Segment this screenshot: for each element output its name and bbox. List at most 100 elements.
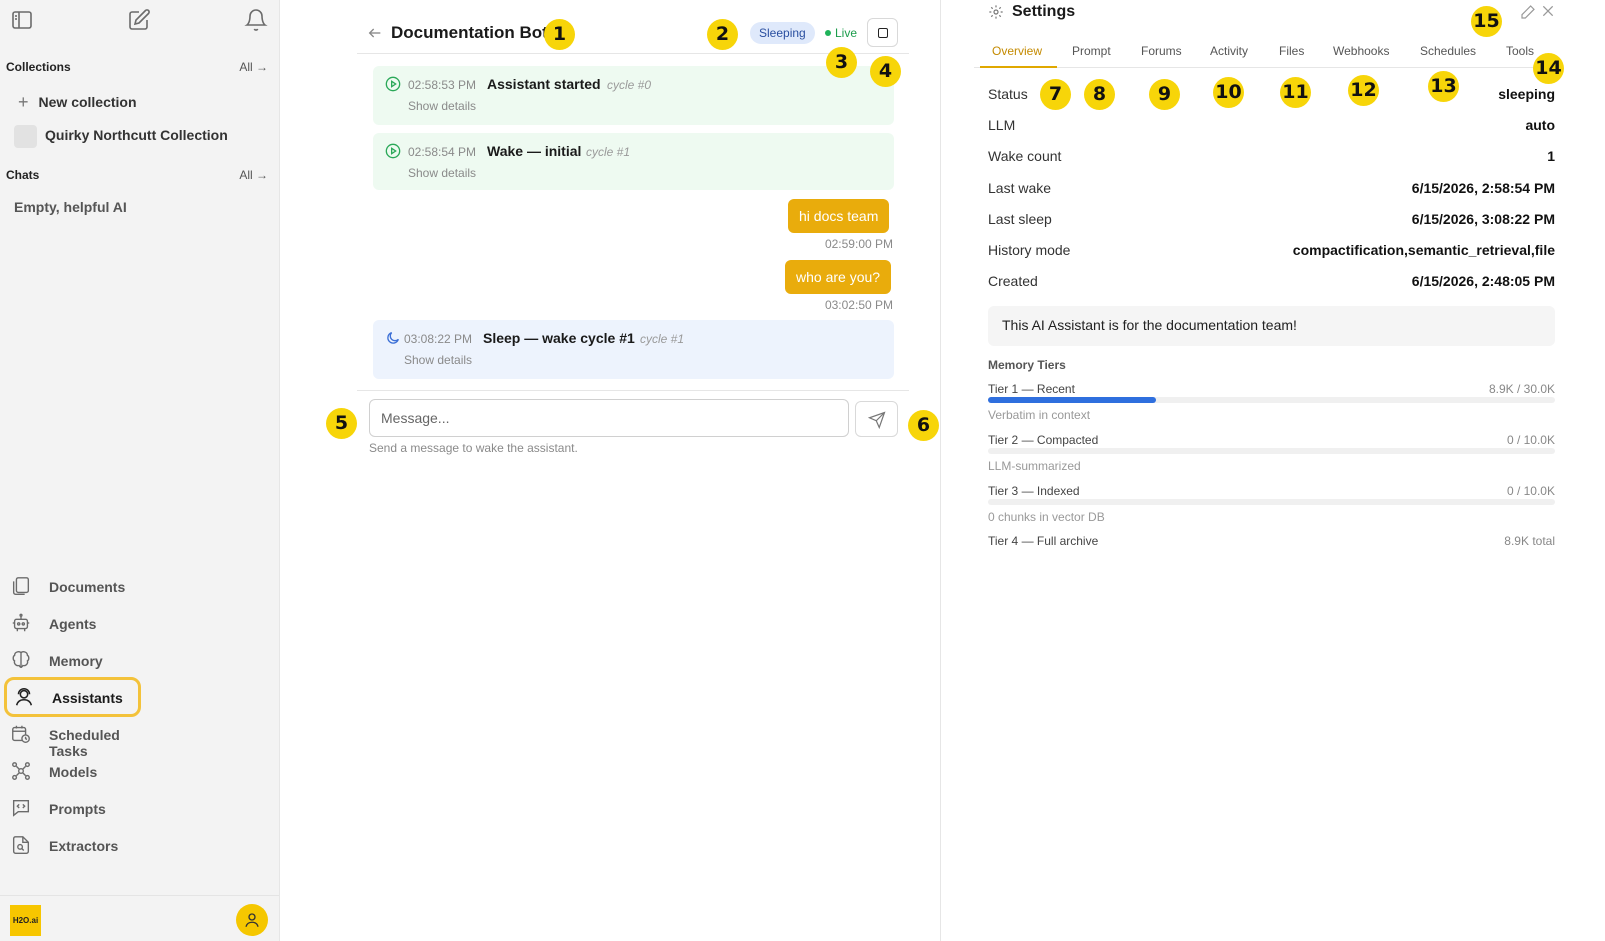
nav-agents[interactable]: Agents <box>10 607 140 641</box>
annotation-marker: 1 <box>544 19 575 50</box>
new-collection-button[interactable]: + New collection <box>18 92 137 113</box>
notifications-bell-icon[interactable] <box>244 8 268 32</box>
new-chat-icon[interactable] <box>127 8 151 32</box>
tab-prompt[interactable]: Prompt <box>1072 44 1111 58</box>
live-dot-icon <box>825 30 831 36</box>
event-cycle: cycle #1 <box>640 332 685 346</box>
row-label: History mode <box>988 242 1071 258</box>
annotation-marker: 6 <box>908 410 939 441</box>
annotation-marker: 8 <box>1084 79 1115 110</box>
nav-memory[interactable]: Memory <box>10 644 140 678</box>
user-avatar[interactable] <box>236 904 268 936</box>
row-label: Created <box>988 273 1038 289</box>
event-time: 03:08:22 PM <box>404 332 473 346</box>
collections-all-label: All <box>239 60 253 74</box>
overview-row-status: Status sleeping <box>988 86 1555 106</box>
row-value: auto <box>1525 117 1555 133</box>
composer-hint: Send a message to wake the assistant. <box>369 441 578 455</box>
annotation-marker: 3 <box>826 47 857 78</box>
collection-item[interactable]: Quirky Northcutt Collection <box>14 125 228 148</box>
collections-all-link[interactable]: All → <box>239 60 268 74</box>
tab-files[interactable]: Files <box>1279 44 1304 58</box>
chats-all-label: All <box>239 168 253 182</box>
sidebar-footer: H2O.ai <box>0 895 279 941</box>
message-time: 03:02:50 PM <box>824 298 893 312</box>
robot-icon <box>10 612 32 634</box>
collection-name: Quirky Northcutt Collection <box>45 127 228 144</box>
event-card-started: 02:58:53 PM Assistant started cycle #0 S… <box>373 66 894 125</box>
chats-all-link[interactable]: All → <box>239 168 268 182</box>
row-label: Last sleep <box>988 211 1052 227</box>
chats-heading-label: Chats <box>6 168 40 182</box>
collections-heading-label: Collections <box>6 60 71 74</box>
tier-subtitle: Verbatim in context <box>988 408 1091 422</box>
plus-icon: + <box>18 92 29 112</box>
event-title: Wake — initial <box>487 143 582 159</box>
chat-header: Documentation Bot Sleeping Live <box>357 12 909 54</box>
stop-button[interactable] <box>867 18 898 47</box>
tab-schedules[interactable]: Schedules <box>1420 44 1476 58</box>
live-label: Live <box>835 26 858 40</box>
nav-prompts[interactable]: Prompts <box>10 792 140 826</box>
network-icon <box>10 760 32 782</box>
row-label: Last wake <box>988 180 1052 196</box>
nav-extractors[interactable]: Extractors <box>10 829 140 863</box>
show-details-link[interactable]: Show details <box>404 353 472 367</box>
moon-icon <box>385 330 401 346</box>
sidebar-toggle-icon[interactable] <box>10 8 34 32</box>
send-button[interactable] <box>855 401 898 437</box>
nav-scheduled-tasks[interactable]: Scheduled Tasks <box>10 718 140 759</box>
row-value: compactification,semantic_retrieval,file <box>1292 242 1555 258</box>
back-arrow-icon[interactable] <box>367 25 383 41</box>
close-icon[interactable] <box>1541 4 1555 18</box>
tab-webhooks[interactable]: Webhooks <box>1333 44 1389 58</box>
annotation-marker: 10 <box>1213 77 1244 108</box>
edit-pencil-icon[interactable] <box>1520 4 1536 20</box>
nav-assistants[interactable]: Assistants <box>4 677 141 717</box>
tier-progress-bar <box>988 397 1555 403</box>
row-value: 1 <box>1547 148 1555 164</box>
assistant-icon <box>13 686 35 708</box>
nav-memory-label: Memory <box>49 653 103 669</box>
brain-icon <box>10 649 32 671</box>
sidebar: Collections All → + New collection Quirky… <box>0 0 280 941</box>
annotation-marker: 2 <box>707 19 738 50</box>
overview-row-last-wake: Last wake 6/15/2026, 2:58:54 PM <box>988 180 1555 200</box>
chat-list-item[interactable]: Empty, helpful AI <box>14 199 127 215</box>
nav-prompts-label: Prompts <box>49 801 106 817</box>
tier-progress-bar <box>988 499 1555 505</box>
active-tab-underline <box>980 66 1057 68</box>
overview-row-wake-count: Wake count 1 <box>988 148 1555 168</box>
tier-subtitle: 0 chunks in vector DB <box>988 510 1105 524</box>
status-badge: Sleeping <box>750 22 815 44</box>
show-details-link[interactable]: Show details <box>408 99 476 113</box>
annotation-marker: 15 <box>1471 6 1502 37</box>
overview-row-created: Created 6/15/2026, 2:48:05 PM <box>988 273 1555 293</box>
nav-models[interactable]: Models <box>10 755 140 789</box>
tab-tools[interactable]: Tools <box>1506 44 1534 58</box>
documents-icon <box>10 575 32 597</box>
nav-documents[interactable]: Documents <box>10 570 140 604</box>
tab-overview[interactable]: Overview <box>992 44 1042 58</box>
tier-subtitle: LLM-summarized <box>988 459 1081 473</box>
annotation-marker: 9 <box>1149 79 1180 110</box>
user-message-bubble: hi docs team <box>788 199 890 233</box>
tab-activity[interactable]: Activity <box>1210 44 1248 58</box>
row-value: 6/15/2026, 3:08:22 PM <box>1411 211 1555 227</box>
overview-row-llm: LLM auto <box>988 117 1555 137</box>
row-label: Wake count <box>988 148 1062 164</box>
send-icon <box>868 411 886 429</box>
assistant-description: This AI Assistant is for the documentati… <box>988 306 1555 346</box>
show-details-link[interactable]: Show details <box>408 166 476 180</box>
stop-square-icon <box>878 28 888 38</box>
memory-tiers-heading: Memory Tiers <box>988 358 1066 372</box>
nav-models-label: Models <box>49 764 98 780</box>
message-time: 02:59:00 PM <box>824 237 893 251</box>
settings-title: Settings <box>1012 3 1076 20</box>
annotation-marker: 5 <box>326 408 357 439</box>
event-title: Sleep — wake cycle #1 <box>483 330 635 346</box>
tab-forums[interactable]: Forums <box>1141 44 1182 58</box>
message-input[interactable] <box>369 399 849 437</box>
file-search-icon <box>10 834 32 856</box>
settings-tabs: Overview Prompt Forums Activity Files We… <box>974 38 1554 68</box>
